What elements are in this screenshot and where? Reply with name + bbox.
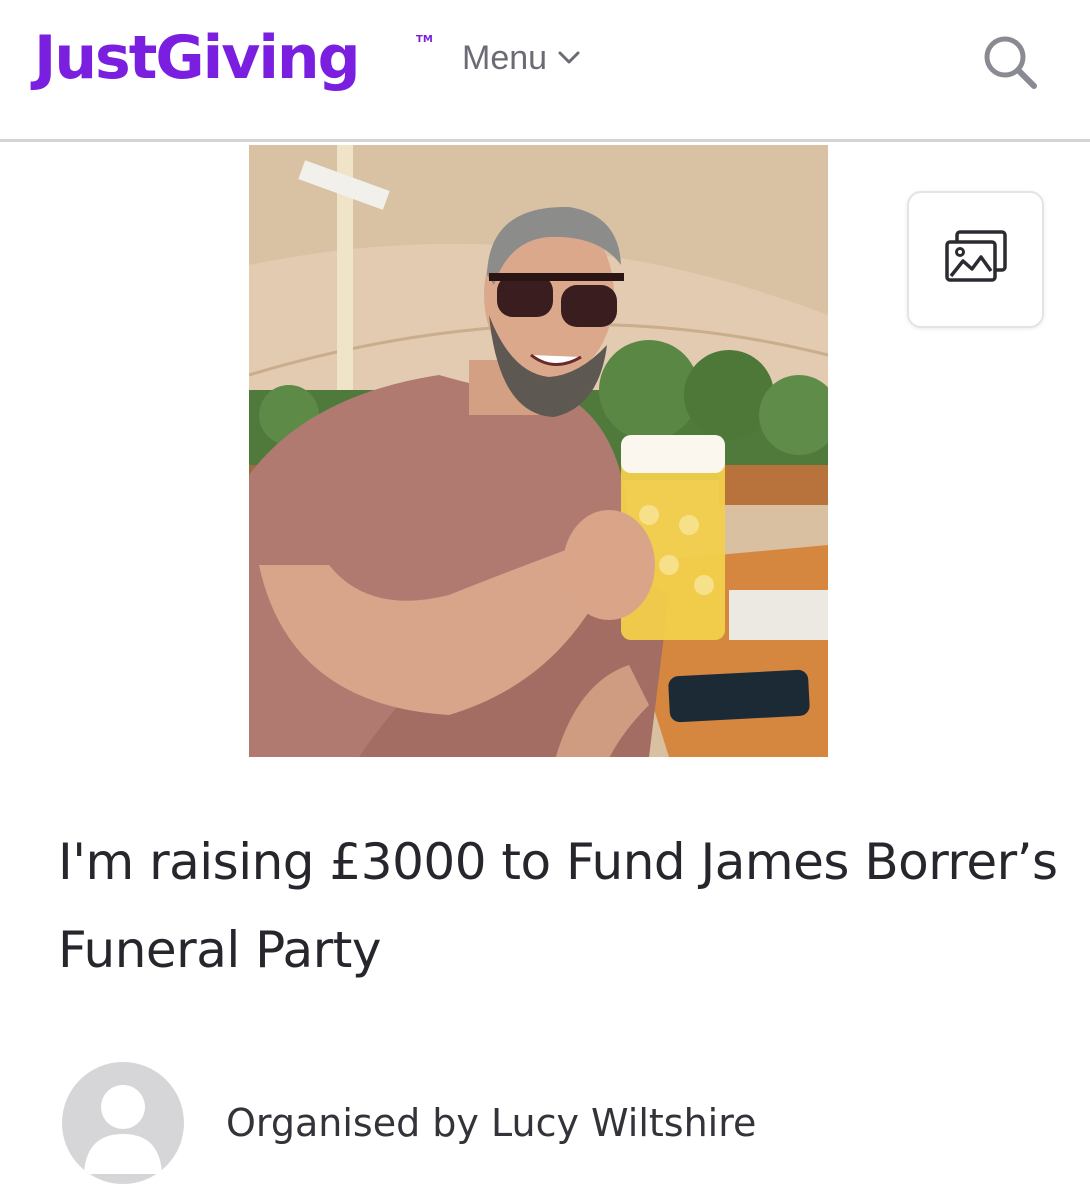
menu-label: Menu — [462, 38, 548, 77]
justgiving-logo[interactable]: JustGiving — [34, 18, 361, 98]
image-gallery-icon — [943, 229, 1009, 290]
search-icon — [978, 36, 1042, 98]
chevron-down-icon — [557, 50, 581, 66]
site-header: JustGiving TM Menu — [0, 0, 1090, 142]
logo-trademark: TM — [416, 34, 433, 45]
organiser-avatar — [62, 1062, 184, 1184]
organiser-name: Organised by Lucy Wiltshire — [226, 1101, 757, 1145]
hero-photo — [249, 145, 828, 757]
gallery-button[interactable] — [907, 191, 1044, 328]
fundraising-page: JustGiving TM Menu I'm raising £3000 to … — [0, 0, 1090, 1200]
default-avatar-icon — [62, 1085, 184, 1184]
page-title: I'm raising £3000 to Fund James Borrer’s… — [58, 833, 1058, 979]
menu-button[interactable]: Menu — [462, 36, 581, 80]
search-button[interactable] — [978, 30, 1042, 94]
